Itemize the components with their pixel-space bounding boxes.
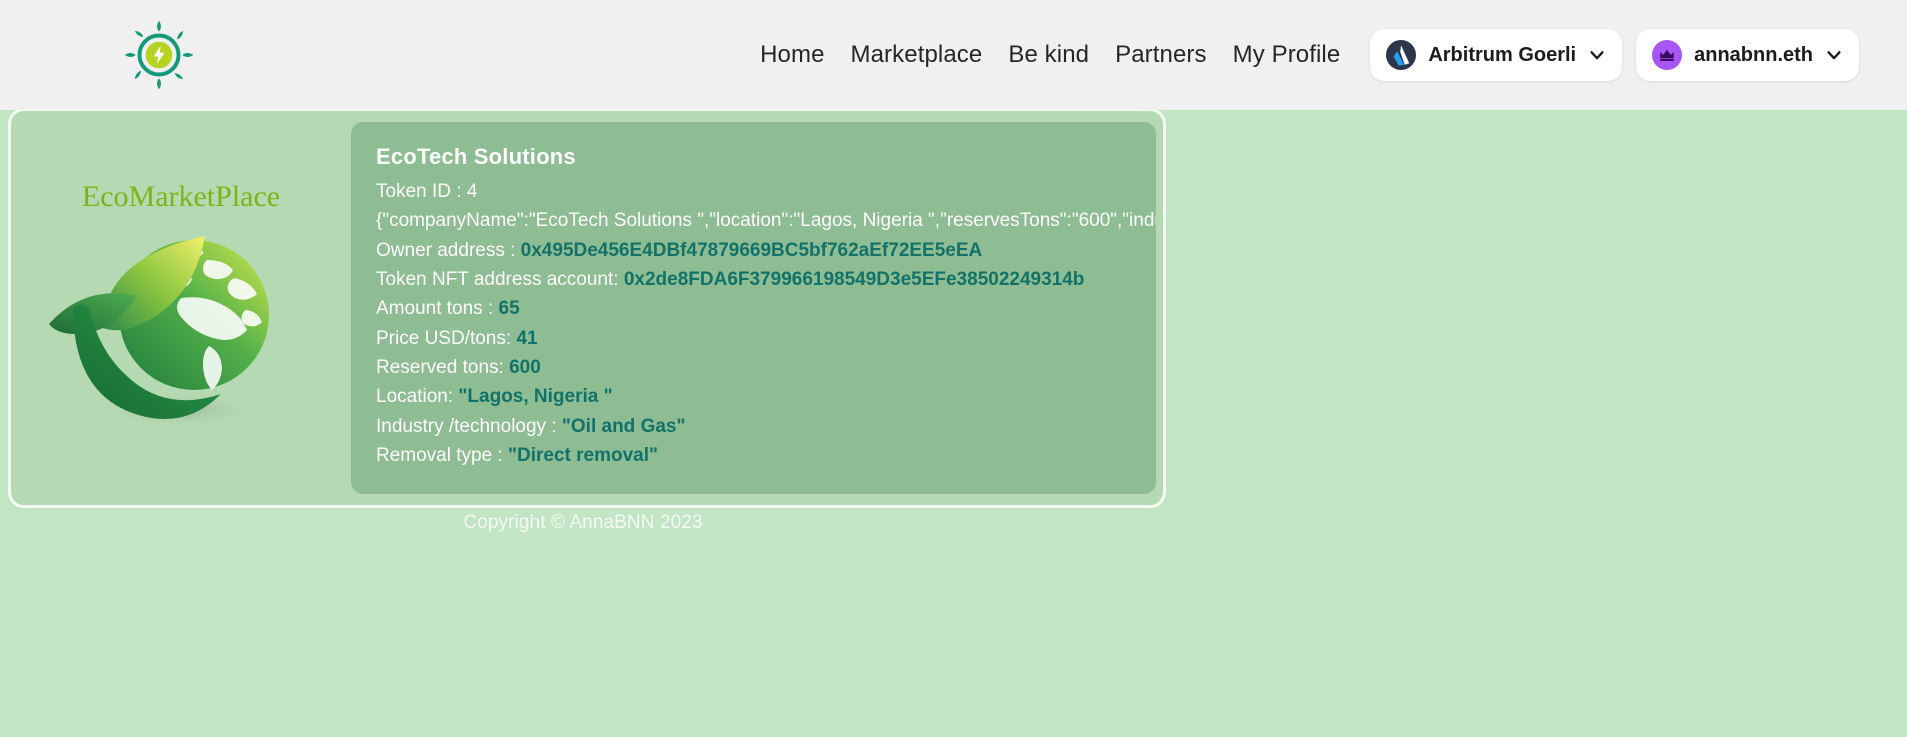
account-button[interactable]: annabnn.eth (1636, 29, 1859, 81)
chevron-down-icon (1588, 46, 1606, 64)
globe-leaf-logo-icon: EcoMarketPlace (49, 180, 280, 427)
token-company-title: EcoTech Solutions (376, 144, 576, 169)
location-row: Location: "Lagos, Nigeria " (376, 385, 1156, 409)
reserved-tons-row: Reserved tons: 600 (376, 356, 1156, 380)
footer-inner: Copyright © AnnaBNN 2023 (0, 512, 1166, 534)
account-name-label: annabnn.eth (1694, 43, 1813, 66)
token-detail-panel: EcoMarketPlace EcoTech Solutions Token I… (8, 108, 1166, 508)
owner-address-row: Owner address : 0x495De456E4DBf47879669B… (376, 239, 1156, 263)
page-footer: Copyright © AnnaBNN 2023 (0, 512, 1907, 534)
amount-tons-label: Amount tons : (376, 298, 499, 320)
reserved-tons-label: Reserved tons: (376, 356, 510, 378)
nav-link-marketplace[interactable]: Marketplace (851, 41, 983, 69)
nft-address-value: 0x2de8FDA6F379966198549D3e5EFe3850224931… (623, 268, 1085, 290)
wallet-controls: Arbitrum Goerli annabnn.eth (1370, 29, 1859, 81)
removal-type-label: Removal type : (376, 444, 508, 466)
location-value: "Lagos, Nigeria " (458, 386, 613, 408)
reserved-tons-value: 600 (509, 356, 541, 378)
brand-wordmark: EcoMarketPlace (82, 180, 280, 213)
chevron-down-icon (1825, 46, 1843, 64)
token-id-label: Token ID : 4 (376, 181, 478, 202)
location-label: Location: (376, 386, 459, 408)
arbitrum-logo-icon (1386, 40, 1417, 70)
nav-link-be-kind[interactable]: Be kind (1008, 41, 1089, 69)
owner-address-value: 0x495De456E4DBf47879669BC5bf762aEf72EE5e… (520, 239, 983, 261)
network-name-label: Arbitrum Goerli (1428, 43, 1577, 66)
sun-bolt-logo-icon[interactable] (120, 16, 198, 94)
price-usd-label: Price USD/tons: (376, 327, 517, 349)
avatar-icon (1652, 40, 1683, 70)
price-usd-value: 41 (516, 327, 538, 349)
brand-logo-area: EcoMarketPlace (11, 111, 351, 505)
removal-type-value: "Direct removal" (508, 444, 659, 466)
network-selector-button[interactable]: Arbitrum Goerli (1370, 29, 1623, 81)
top-navigation-bar: Home Marketplace Be kind Partners My Pro… (0, 0, 1907, 110)
owner-address-label: Owner address : (376, 239, 521, 261)
nft-address-label: Token NFT address account: (376, 268, 624, 290)
token-metadata-json: {"companyName":"EcoTech Solutions ","loc… (376, 210, 1156, 232)
amount-tons-value: 65 (498, 298, 520, 320)
copyright-text: Copyright © AnnaBNN 2023 (463, 512, 703, 533)
industry-technology-label: Industry /technology : (376, 415, 562, 437)
main-navigation-links: Home Marketplace Be kind Partners My Pro… (760, 41, 1340, 69)
removal-type-row: Removal type : "Direct removal" (376, 444, 1156, 468)
nft-address-row: Token NFT address account: 0x2de8FDA6F37… (376, 268, 1156, 292)
nav-link-partners[interactable]: Partners (1115, 41, 1207, 69)
price-usd-row: Price USD/tons: 41 (376, 327, 1156, 351)
industry-technology-value: "Oil and Gas" (561, 415, 686, 437)
token-info-card: EcoTech Solutions Token ID : 4 {"company… (351, 122, 1156, 494)
amount-tons-row: Amount tons : 65 (376, 297, 1156, 321)
nav-link-my-profile[interactable]: My Profile (1233, 41, 1341, 69)
industry-technology-row: Industry /technology : "Oil and Gas" (376, 415, 1156, 439)
nav-link-home[interactable]: Home (760, 41, 824, 69)
